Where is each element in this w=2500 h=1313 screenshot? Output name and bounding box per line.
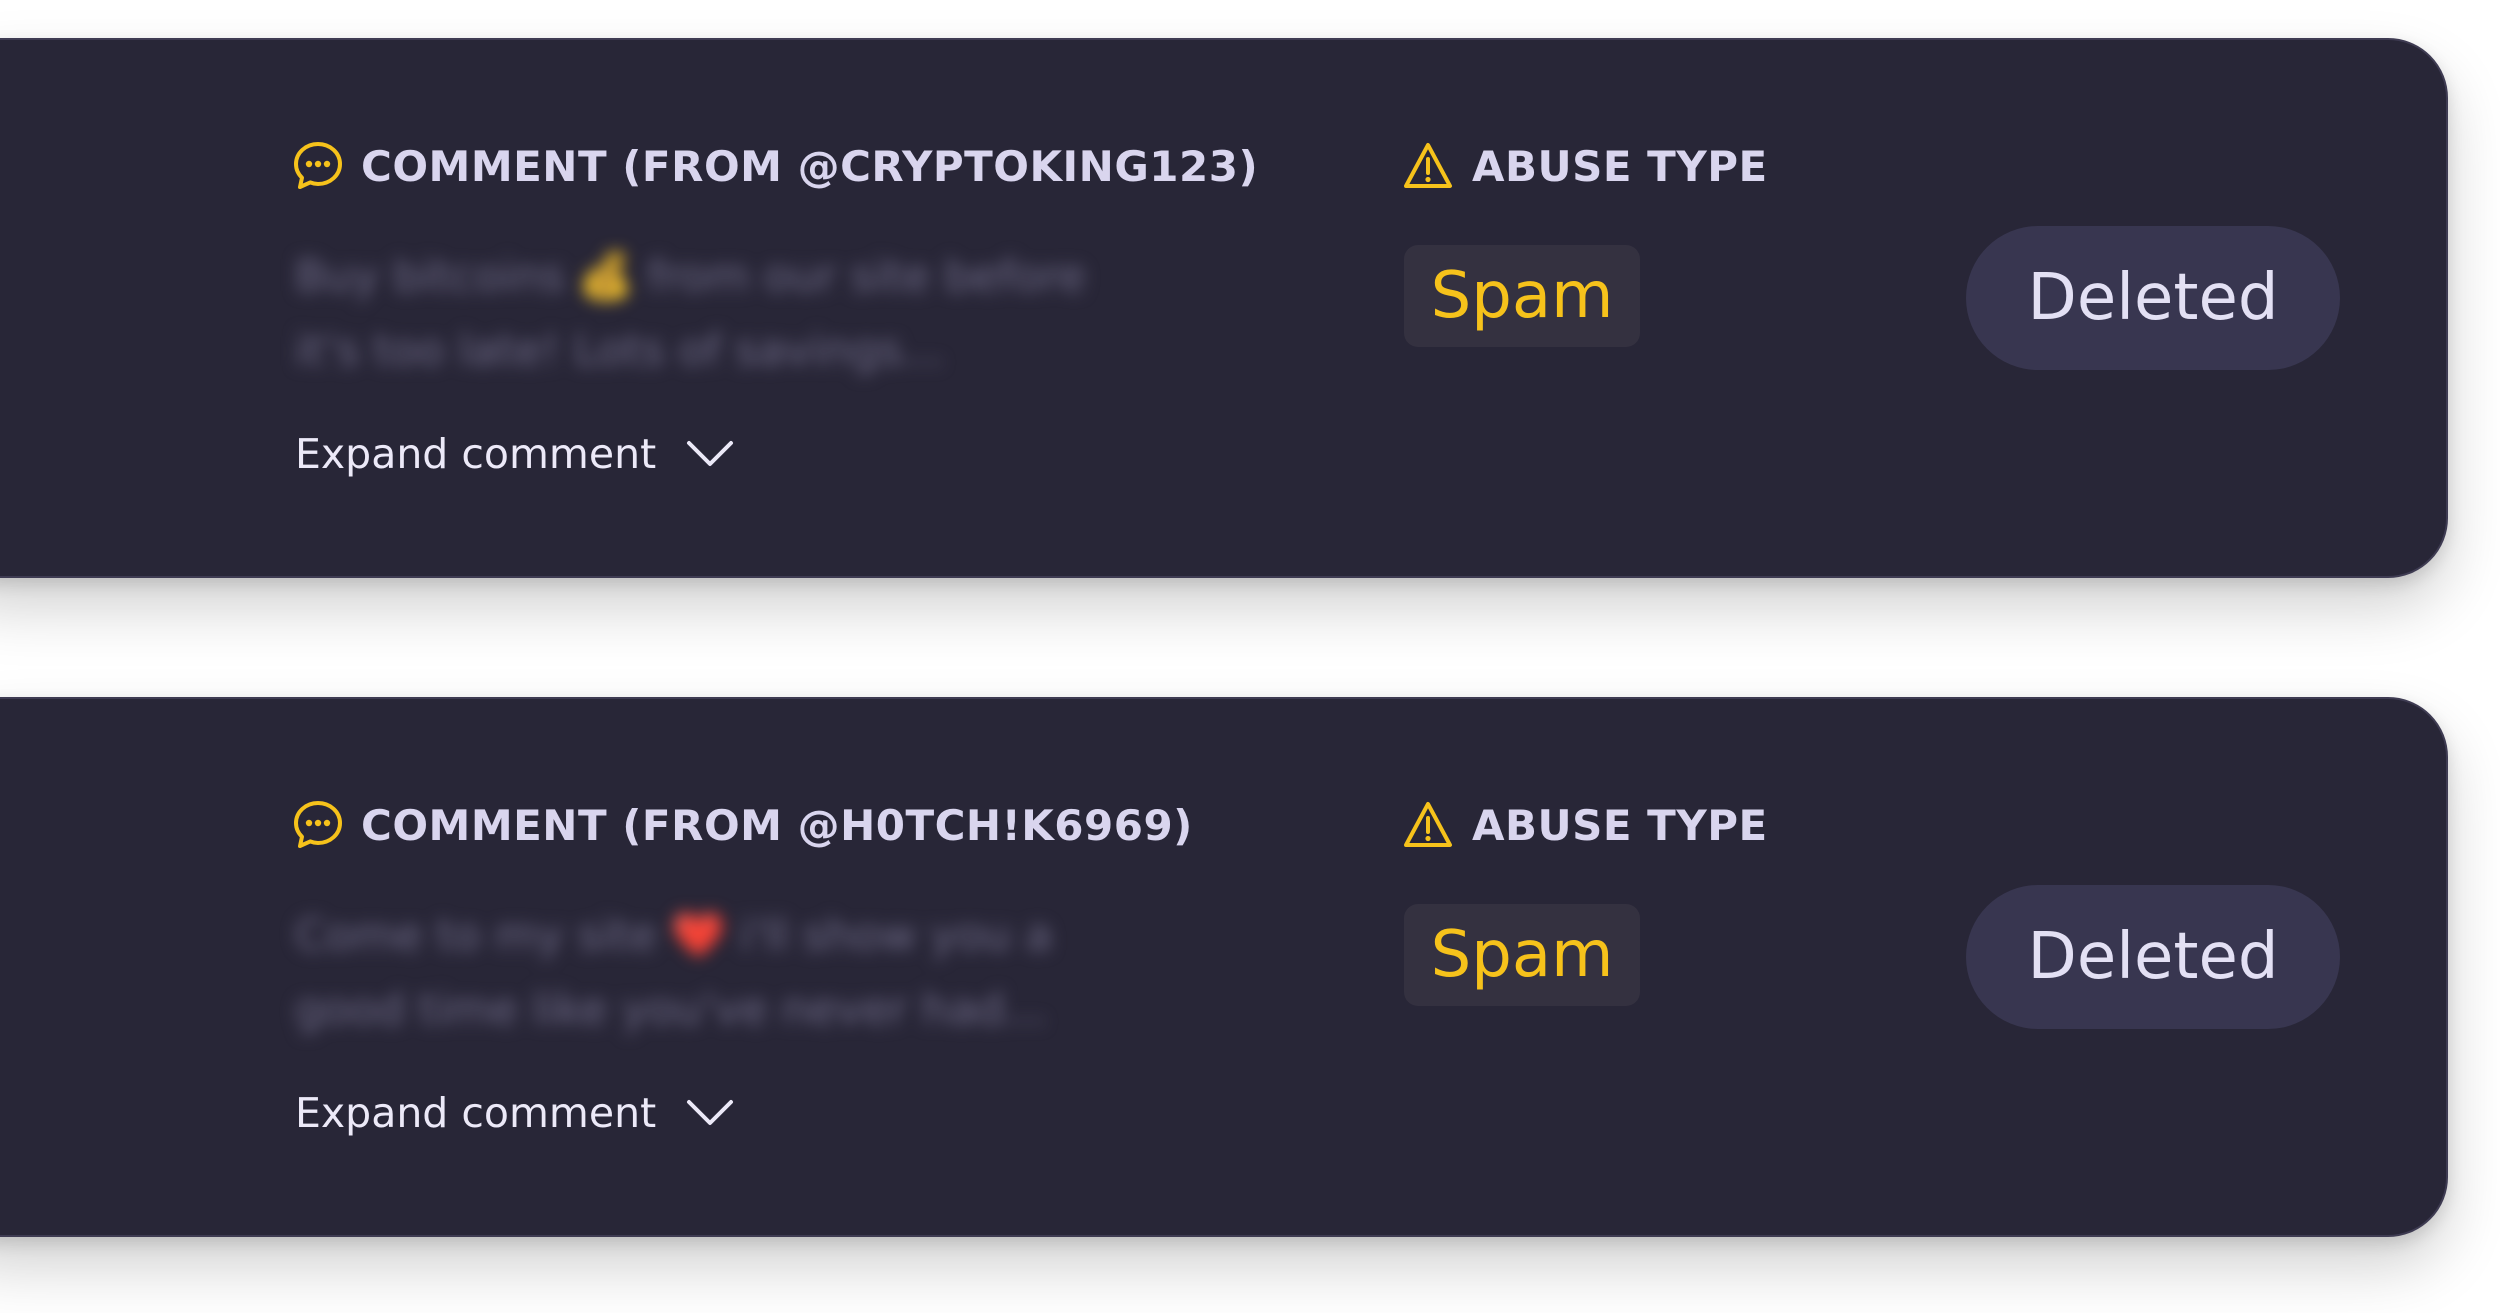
comment-header: COMMENT (FROM @H0TCH!K6969) xyxy=(291,797,1193,853)
abuse-type-header: ABUSE TYPE xyxy=(1402,138,1768,194)
abuse-type-header: ABUSE TYPE xyxy=(1402,797,1768,853)
comment-text: Come to my site ❤️ i'll show you a good … xyxy=(295,910,1053,1035)
speech-bubble-dots-icon xyxy=(291,139,345,193)
expand-comment-button[interactable]: Expand comment xyxy=(295,1089,734,1137)
abuse-type-badge: Spam xyxy=(1404,904,1640,1006)
expand-comment-button[interactable]: Expand comment xyxy=(295,430,734,478)
chevron-down-icon xyxy=(687,1100,734,1125)
abuse-type-badge: Spam xyxy=(1404,245,1640,347)
abuse-type-label: ABUSE TYPE xyxy=(1472,800,1768,850)
warning-triangle-icon xyxy=(1404,802,1452,847)
comment-card: COMMENT (FROM @CRYPTOKING123) Buy bitcoi… xyxy=(0,38,2448,578)
comment-author-label: COMMENT (FROM @CRYPTOKING123) xyxy=(361,141,1259,191)
comment-card: COMMENT (FROM @H0TCH!K6969) Come to my s… xyxy=(0,697,2448,1237)
expand-comment-label: Expand comment xyxy=(295,430,657,478)
status-label: Deleted xyxy=(2027,261,2279,335)
warning-triangle-icon xyxy=(1404,143,1452,188)
comment-author-label: COMMENT (FROM @H0TCH!K6969) xyxy=(361,800,1193,850)
abuse-type-value: Spam xyxy=(1430,918,1614,992)
expand-comment-label: Expand comment xyxy=(295,1089,657,1137)
abuse-type-label: ABUSE TYPE xyxy=(1472,141,1768,191)
status-button[interactable]: Deleted xyxy=(1966,226,2340,370)
speech-bubble-dots-icon xyxy=(291,798,345,852)
comment-header: COMMENT (FROM @CRYPTOKING123) xyxy=(291,138,1258,194)
comment-text: Buy bitcoins 💰 from our site before it's… xyxy=(295,251,1086,376)
status-button[interactable]: Deleted xyxy=(1966,885,2340,1029)
status-label: Deleted xyxy=(2027,920,2279,994)
abuse-type-value: Spam xyxy=(1430,259,1614,333)
chevron-down-icon xyxy=(687,441,734,466)
